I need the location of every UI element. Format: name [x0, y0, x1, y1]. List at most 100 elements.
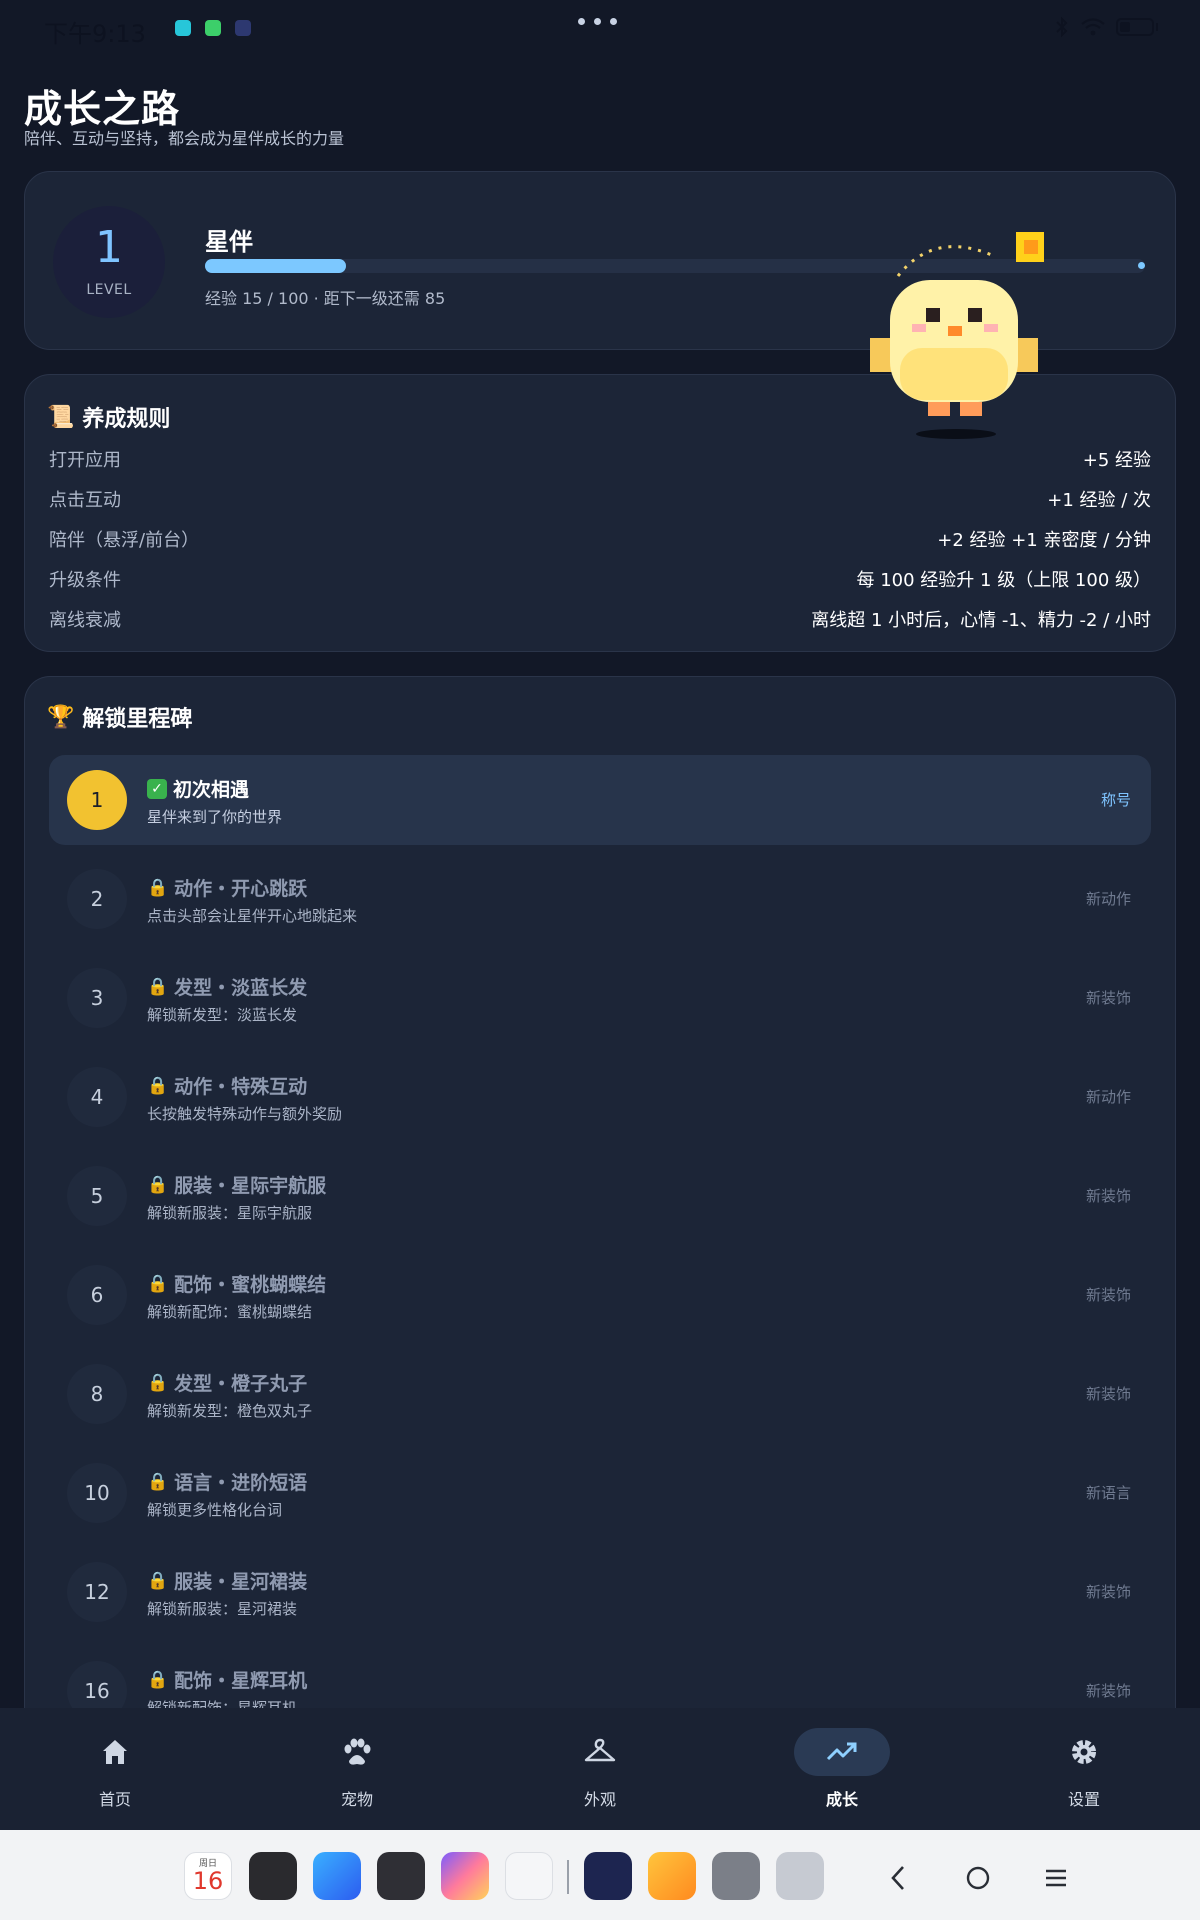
xp-progress-end-dot	[1138, 262, 1145, 269]
clock-app-icon[interactable]	[249, 1852, 297, 1900]
app-grid-icon[interactable]	[776, 1852, 824, 1900]
milestone-title-text: 配饰・蜜桃蝴蝶结	[174, 1274, 327, 1296]
home-circle-icon[interactable]	[958, 1858, 998, 1898]
nav-growth[interactable]: 成长	[782, 1728, 902, 1818]
milestones-title-text: 解锁里程碑	[82, 707, 193, 732]
milestone-tag: 新装饰	[1085, 1682, 1131, 1700]
milestone-item[interactable]: 5 🔒 服装・星际宇航服 解锁新服装：星际宇航服 新装饰	[49, 1151, 1151, 1241]
rule-value: 每 100 经验升 1 级（上限 100 级）	[856, 570, 1152, 591]
rule-row: 点击互动 +1 经验 / 次	[49, 479, 1151, 519]
lock-icon: 🔒	[147, 877, 169, 898]
dock-separator	[567, 1860, 569, 1894]
nav-settings[interactable]: 设置	[1024, 1728, 1144, 1818]
trophy-icon: 🏆	[47, 704, 75, 730]
system-indicators	[1054, 16, 1160, 38]
lock-icon: 🔒	[147, 1273, 169, 1294]
floating-pet-chick[interactable]	[864, 228, 1044, 440]
milestone-item[interactable]: 10 🔒 语言・进阶短语 解锁更多性格化台词 新语言	[49, 1448, 1151, 1538]
notification-icon	[205, 20, 221, 36]
milestone-title: 🔒 服装・星河裙装	[147, 1567, 307, 1594]
star-companion-app-icon[interactable]	[584, 1852, 632, 1900]
pet-name: 星伴	[205, 228, 253, 256]
milestone-tag: 新装饰	[1085, 1187, 1131, 1205]
nav-home[interactable]: 首页	[55, 1728, 175, 1818]
files-app-icon[interactable]	[648, 1852, 696, 1900]
rule-row: 打开应用 +5 经验	[49, 439, 1151, 479]
milestone-item[interactable]: 3 🔒 发型・淡蓝长发 解锁新发型：淡蓝长发 新装饰	[49, 953, 1151, 1043]
rule-value: +2 经验 +1 亲密度 / 分钟	[937, 530, 1151, 551]
milestone-item[interactable]: 6 🔒 配饰・蜜桃蝴蝶结 解锁新配饰：蜜桃蝴蝶结 新装饰	[49, 1250, 1151, 1340]
nav-label: 首页	[98, 1790, 131, 1809]
milestone-desc: 解锁更多性格化台词	[147, 1501, 283, 1519]
rule-value: 离线超 1 小时后，心情 -1、精力 -2 / 小时	[811, 610, 1151, 631]
milestone-title: 🔒 发型・橙子丸子	[147, 1369, 307, 1396]
check-icon: ✓	[147, 778, 167, 799]
milestone-desc: 解锁新配饰：蜜桃蝴蝶结	[147, 1303, 313, 1321]
battery-icon	[1116, 18, 1158, 36]
paw-icon	[344, 1738, 371, 1765]
milestone-tag: 新装饰	[1085, 1583, 1131, 1601]
lock-icon: 🔒	[147, 1075, 169, 1096]
page-subtitle: 陪伴、互动与坚持，都会成为星伴成长的力量	[24, 129, 345, 148]
bottom-nav: 首页 宠物 外观 成长 设置	[0, 1708, 1200, 1830]
milestone-level: 12	[67, 1562, 127, 1622]
back-icon[interactable]	[878, 1858, 918, 1898]
gear-icon	[1072, 1740, 1096, 1764]
milestone-item[interactable]: 1 ✓ 初次相遇 星伴来到了你的世界 称号	[49, 755, 1151, 845]
level-badge: 1 LEVEL	[53, 206, 165, 318]
nav-appearance[interactable]: 外观	[540, 1728, 660, 1818]
rule-value: +5 经验	[1082, 450, 1151, 471]
rule-label: 升级条件	[49, 570, 121, 591]
rules-title: 📜 养成规则	[47, 401, 170, 433]
milestone-title-text: 动作・开心跳跃	[174, 878, 308, 900]
milestone-item[interactable]: 2 🔒 动作・开心跳跃 点击头部会让星伴开心地跳起来 新动作	[49, 854, 1151, 944]
milestone-desc: 解锁新发型：橙色双丸子	[147, 1402, 313, 1420]
nav-label: 宠物	[340, 1790, 373, 1809]
milestone-tag: 新装饰	[1085, 1286, 1131, 1304]
milestone-item[interactable]: 4 🔒 动作・特殊互动 长按触发特殊动作与额外奖励 新动作	[49, 1052, 1151, 1142]
milestone-item[interactable]: 12 🔒 服装・星河裙装 解锁新服装：星河裙装 新装饰	[49, 1547, 1151, 1637]
rule-label: 点击互动	[49, 490, 121, 511]
level-number: 1	[95, 222, 123, 273]
scroll-icon: 📜	[47, 404, 75, 430]
milestone-tag: 新装饰	[1085, 1385, 1131, 1403]
milestone-desc: 解锁新服装：星际宇航服	[147, 1204, 313, 1222]
trending-up-icon	[826, 1742, 857, 1761]
milestone-title: 🔒 语言・进阶短语	[147, 1468, 307, 1495]
nav-label: 外观	[583, 1790, 616, 1809]
xp-progress-fill	[205, 259, 346, 273]
more-dots-icon[interactable]	[578, 18, 617, 25]
recorder-app-icon[interactable]	[377, 1852, 425, 1900]
lock-icon: 🔒	[147, 1669, 169, 1690]
gallery-app-icon[interactable]	[441, 1852, 489, 1900]
milestone-level: 6	[67, 1265, 127, 1325]
nav-pet[interactable]: 宠物	[297, 1728, 417, 1818]
lock-icon: 🔒	[147, 976, 169, 997]
milestone-title-text: 发型・淡蓝长发	[174, 977, 308, 999]
milestone-tag: 新动作	[1085, 890, 1131, 908]
camera-app-icon[interactable]	[505, 1852, 553, 1900]
milestone-title-text: 动作・特殊互动	[174, 1076, 308, 1098]
calendar-app-icon[interactable]: 周日 16	[184, 1852, 232, 1900]
milestone-title: ✓ 初次相遇	[147, 775, 249, 802]
status-time: 下午9:13	[44, 20, 146, 48]
milestone-tag: 新装饰	[1085, 989, 1131, 1007]
browser-app-icon[interactable]	[313, 1852, 361, 1900]
lock-icon: 🔒	[147, 1471, 169, 1492]
milestone-desc: 星伴来到了你的世界	[147, 808, 283, 826]
nav-label: 成长	[825, 1790, 858, 1809]
settings-app-icon[interactable]	[712, 1852, 760, 1900]
level-label: LEVEL	[86, 282, 132, 298]
milestone-title-text: 发型・橙子丸子	[174, 1373, 308, 1395]
milestone-item[interactable]: 8 🔒 发型・橙子丸子 解锁新发型：橙色双丸子 新装饰	[49, 1349, 1151, 1439]
milestone-level: 4	[67, 1067, 127, 1127]
rule-row: 升级条件 每 100 经验升 1 级（上限 100 级）	[49, 559, 1151, 599]
milestone-title: 🔒 发型・淡蓝长发	[147, 973, 307, 1000]
notification-icon	[235, 20, 251, 36]
lock-icon: 🔒	[147, 1570, 169, 1591]
milestone-desc: 点击头部会让星伴开心地跳起来	[147, 907, 358, 925]
menu-icon[interactable]	[1036, 1858, 1076, 1898]
milestone-level: 1	[67, 770, 127, 830]
rule-label: 陪伴（悬浮/前台）	[49, 530, 200, 551]
notification-icon	[175, 20, 191, 36]
